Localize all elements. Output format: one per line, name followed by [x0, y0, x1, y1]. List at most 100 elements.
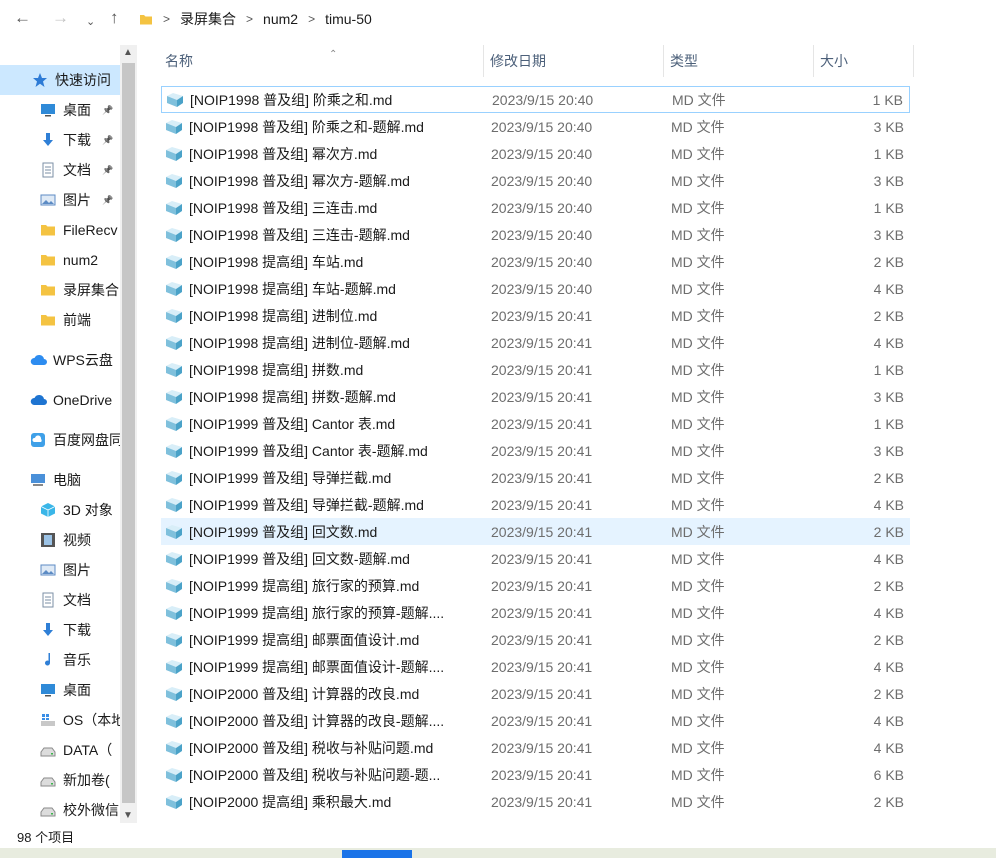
- sidebar-item-label: 电脑: [53, 472, 81, 488]
- file-name: [NOIP1998 普及组] 幂次方-题解.md: [189, 172, 410, 189]
- file-type: MD 文件: [671, 523, 725, 540]
- file-row[interactable]: [NOIP2000 普及组] 计算器的改良-题解.... 2023/9/15 20…: [161, 707, 910, 734]
- forward-arrow-icon[interactable]: →: [52, 8, 69, 28]
- sidebar-item[interactable]: 快速访问: [0, 65, 120, 95]
- breadcrumb-item[interactable]: timu-50: [325, 11, 372, 27]
- markdown-file-icon: [165, 281, 183, 297]
- file-row[interactable]: [NOIP2000 普及组] 税收与补贴问题-题... 2023/9/15 20:…: [161, 761, 910, 788]
- sidebar-item[interactable]: WPS云盘: [0, 345, 120, 375]
- sidebar-item[interactable]: 下载: [0, 615, 120, 645]
- column-name-header[interactable]: ⌃ 名称: [159, 45, 484, 77]
- file-row[interactable]: [NOIP1999 普及组] 导弹拦截.md 2023/9/15 20:41 MD …: [161, 464, 910, 491]
- sidebar-item[interactable]: 前端: [0, 305, 120, 335]
- file-name-cell: [NOIP1999 普及组] 回文数.md: [165, 522, 377, 542]
- file-date: 2023/9/15 20:41: [491, 334, 593, 351]
- file-name: [NOIP1998 提高组] 进制位.md: [189, 307, 378, 324]
- file-row[interactable]: [NOIP2000 提高组] 乘积最大.md 2023/9/15 20:41 MD …: [161, 788, 910, 815]
- column-date-header[interactable]: 修改日期: [484, 45, 664, 77]
- file-row[interactable]: [NOIP1998 普及组] 三连击-题解.md 2023/9/15 20:40 M…: [161, 221, 910, 248]
- breadcrumb-item[interactable]: 录屏集合: [180, 9, 236, 29]
- breadcrumb-separator-icon: >: [163, 12, 171, 26]
- breadcrumb[interactable]: > 录屏集合 > num2 > timu-50: [133, 5, 996, 33]
- back-arrow-icon[interactable]: ←: [14, 8, 31, 28]
- sidebar-item[interactable]: 图片: [0, 555, 120, 585]
- file-row[interactable]: [NOIP1998 普及组] 幂次方.md 2023/9/15 20:40 MD 文…: [161, 140, 910, 167]
- cube-icon: [40, 502, 56, 518]
- sidebar-item[interactable]: OS（本地磁盘）: [0, 705, 120, 735]
- sidebar-item[interactable]: FileRecv: [0, 215, 120, 245]
- file-name: [NOIP1999 提高组] 旅行家的预算.md: [189, 577, 420, 594]
- sidebar-item[interactable]: 电脑: [0, 465, 120, 495]
- file-row[interactable]: [NOIP1998 普及组] 幂次方-题解.md 2023/9/15 20:40 M…: [161, 167, 910, 194]
- pin-icon: 📌: [102, 104, 114, 115]
- file-name: [NOIP2000 普及组] 税收与补贴问题.md: [189, 739, 434, 756]
- file-row[interactable]: [NOIP1999 提高组] 邮票面值设计-题解.... 2023/9/15 20…: [161, 653, 910, 680]
- sidebar-item-label: 新加卷(: [63, 772, 110, 788]
- file-row[interactable]: [NOIP1999 普及组] 导弹拦截-题解.md 2023/9/15 20:41…: [161, 491, 910, 518]
- sidebar-item[interactable]: DATA（: [0, 735, 120, 765]
- sidebar-item[interactable]: 桌面 📌: [0, 95, 120, 125]
- column-date-label: 修改日期: [490, 53, 546, 69]
- file-row[interactable]: [NOIP1998 提高组] 车站.md 2023/9/15 20:40 MD 文件…: [161, 248, 910, 275]
- file-row[interactable]: [NOIP2000 普及组] 税收与补贴问题.md 2023/9/15 20:41…: [161, 734, 910, 761]
- up-arrow-icon[interactable]: ↑: [110, 8, 119, 28]
- scroll-up-icon[interactable]: ▲: [123, 47, 133, 58]
- file-size: 2 KB: [873, 253, 904, 270]
- scrollbar-thumb[interactable]: [122, 63, 135, 803]
- document-icon: [40, 592, 56, 608]
- markdown-file-icon: [165, 551, 183, 567]
- file-row[interactable]: [NOIP1999 普及组] Cantor 表-题解.md 2023/9/15 2…: [161, 437, 910, 464]
- sidebar-item[interactable]: 图片 📌: [0, 185, 120, 215]
- file-row[interactable]: [NOIP2000 普及组] 计算器的改良.md 2023/9/15 20:41 M…: [161, 680, 910, 707]
- file-row[interactable]: [NOIP1998 提高组] 拼数.md 2023/9/15 20:41 MD 文件…: [161, 356, 910, 383]
- column-size-header[interactable]: 大小: [814, 45, 914, 77]
- file-row[interactable]: [NOIP1999 普及组] 回文数.md 2023/9/15 20:41 MD 文…: [161, 518, 910, 545]
- file-row[interactable]: [NOIP1999 普及组] Cantor 表.md 2023/9/15 20:4…: [161, 410, 910, 437]
- scroll-down-icon[interactable]: ▼: [123, 810, 133, 821]
- file-row[interactable]: [NOIP1998 普及组] 阶乘之和.md 2023/9/15 20:40 MD …: [161, 86, 910, 113]
- file-type: MD 文件: [671, 631, 725, 648]
- markdown-file-icon: [165, 443, 183, 459]
- column-type-header[interactable]: 类型: [664, 45, 814, 77]
- sidebar-item[interactable]: 下载 📌: [0, 125, 120, 155]
- sidebar-item[interactable]: 桌面: [0, 675, 120, 705]
- file-row[interactable]: [NOIP1999 提高组] 旅行家的预算.md 2023/9/15 20:41 M…: [161, 572, 910, 599]
- file-row[interactable]: [NOIP1998 提高组] 拼数-题解.md 2023/9/15 20:41 MD…: [161, 383, 910, 410]
- taskbar-active-app[interactable]: [342, 850, 412, 858]
- sidebar-item-label: 快速访问: [55, 72, 111, 88]
- file-row[interactable]: [NOIP1998 提高组] 进制位-题解.md 2023/9/15 20:41 M…: [161, 329, 910, 356]
- file-name-cell: [NOIP1998 普及组] 幂次方-题解.md: [165, 171, 410, 191]
- sidebar-item[interactable]: 音乐: [0, 645, 120, 675]
- sidebar-item[interactable]: 视频: [0, 525, 120, 555]
- file-name: [NOIP1998 提高组] 进制位-题解.md: [189, 334, 410, 351]
- file-size: 4 KB: [873, 334, 904, 351]
- sidebar-item[interactable]: 录屏集合: [0, 275, 120, 305]
- recent-locations-chevron-icon[interactable]: ⌄: [86, 12, 95, 32]
- sidebar-item[interactable]: num2: [0, 245, 120, 275]
- file-name-cell: [NOIP1998 提高组] 车站.md: [165, 252, 363, 272]
- navigation-scrollbar[interactable]: ▲ ▼: [120, 45, 137, 823]
- file-row[interactable]: [NOIP1999 提高组] 邮票面值设计.md 2023/9/15 20:41 M…: [161, 626, 910, 653]
- file-name-cell: [NOIP1999 普及组] Cantor 表.md: [165, 414, 395, 434]
- file-row[interactable]: [NOIP1998 普及组] 阶乘之和-题解.md 2023/9/15 20:40…: [161, 113, 910, 140]
- sidebar-item[interactable]: 校外微信: [0, 795, 120, 823]
- sidebar-item-label: num2: [63, 252, 99, 268]
- sidebar-item[interactable]: 文档: [0, 585, 120, 615]
- file-row[interactable]: [NOIP1999 普及组] 回文数-题解.md 2023/9/15 20:41 M…: [161, 545, 910, 572]
- file-row[interactable]: [NOIP1998 普及组] 三连击.md 2023/9/15 20:40 MD 文…: [161, 194, 910, 221]
- file-row[interactable]: [NOIP1999 提高组] 旅行家的预算-题解.... 2023/9/15 20…: [161, 599, 910, 626]
- file-date: 2023/9/15 20:41: [491, 469, 593, 486]
- file-size: 4 KB: [873, 280, 904, 297]
- file-date: 2023/9/15 20:41: [491, 496, 593, 513]
- breadcrumb-item[interactable]: num2: [263, 11, 298, 27]
- sidebar-item[interactable]: 新加卷(: [0, 765, 120, 795]
- sidebar-item[interactable]: 文档 📌: [0, 155, 120, 185]
- sidebar-item[interactable]: 3D 对象: [0, 495, 120, 525]
- sidebar-item[interactable]: OneDrive: [0, 385, 120, 415]
- file-row[interactable]: [NOIP1998 提高组] 进制位.md 2023/9/15 20:41 MD 文…: [161, 302, 910, 329]
- file-name-cell: [NOIP1999 普及组] 导弹拦截.md: [165, 468, 391, 488]
- file-name-cell: [NOIP2000 普及组] 税收与补贴问题.md: [165, 738, 433, 758]
- markdown-file-icon: [165, 119, 183, 135]
- sidebar-item[interactable]: 百度网盘同步空间: [0, 425, 120, 455]
- file-row[interactable]: [NOIP1998 提高组] 车站-题解.md 2023/9/15 20:40 MD…: [161, 275, 910, 302]
